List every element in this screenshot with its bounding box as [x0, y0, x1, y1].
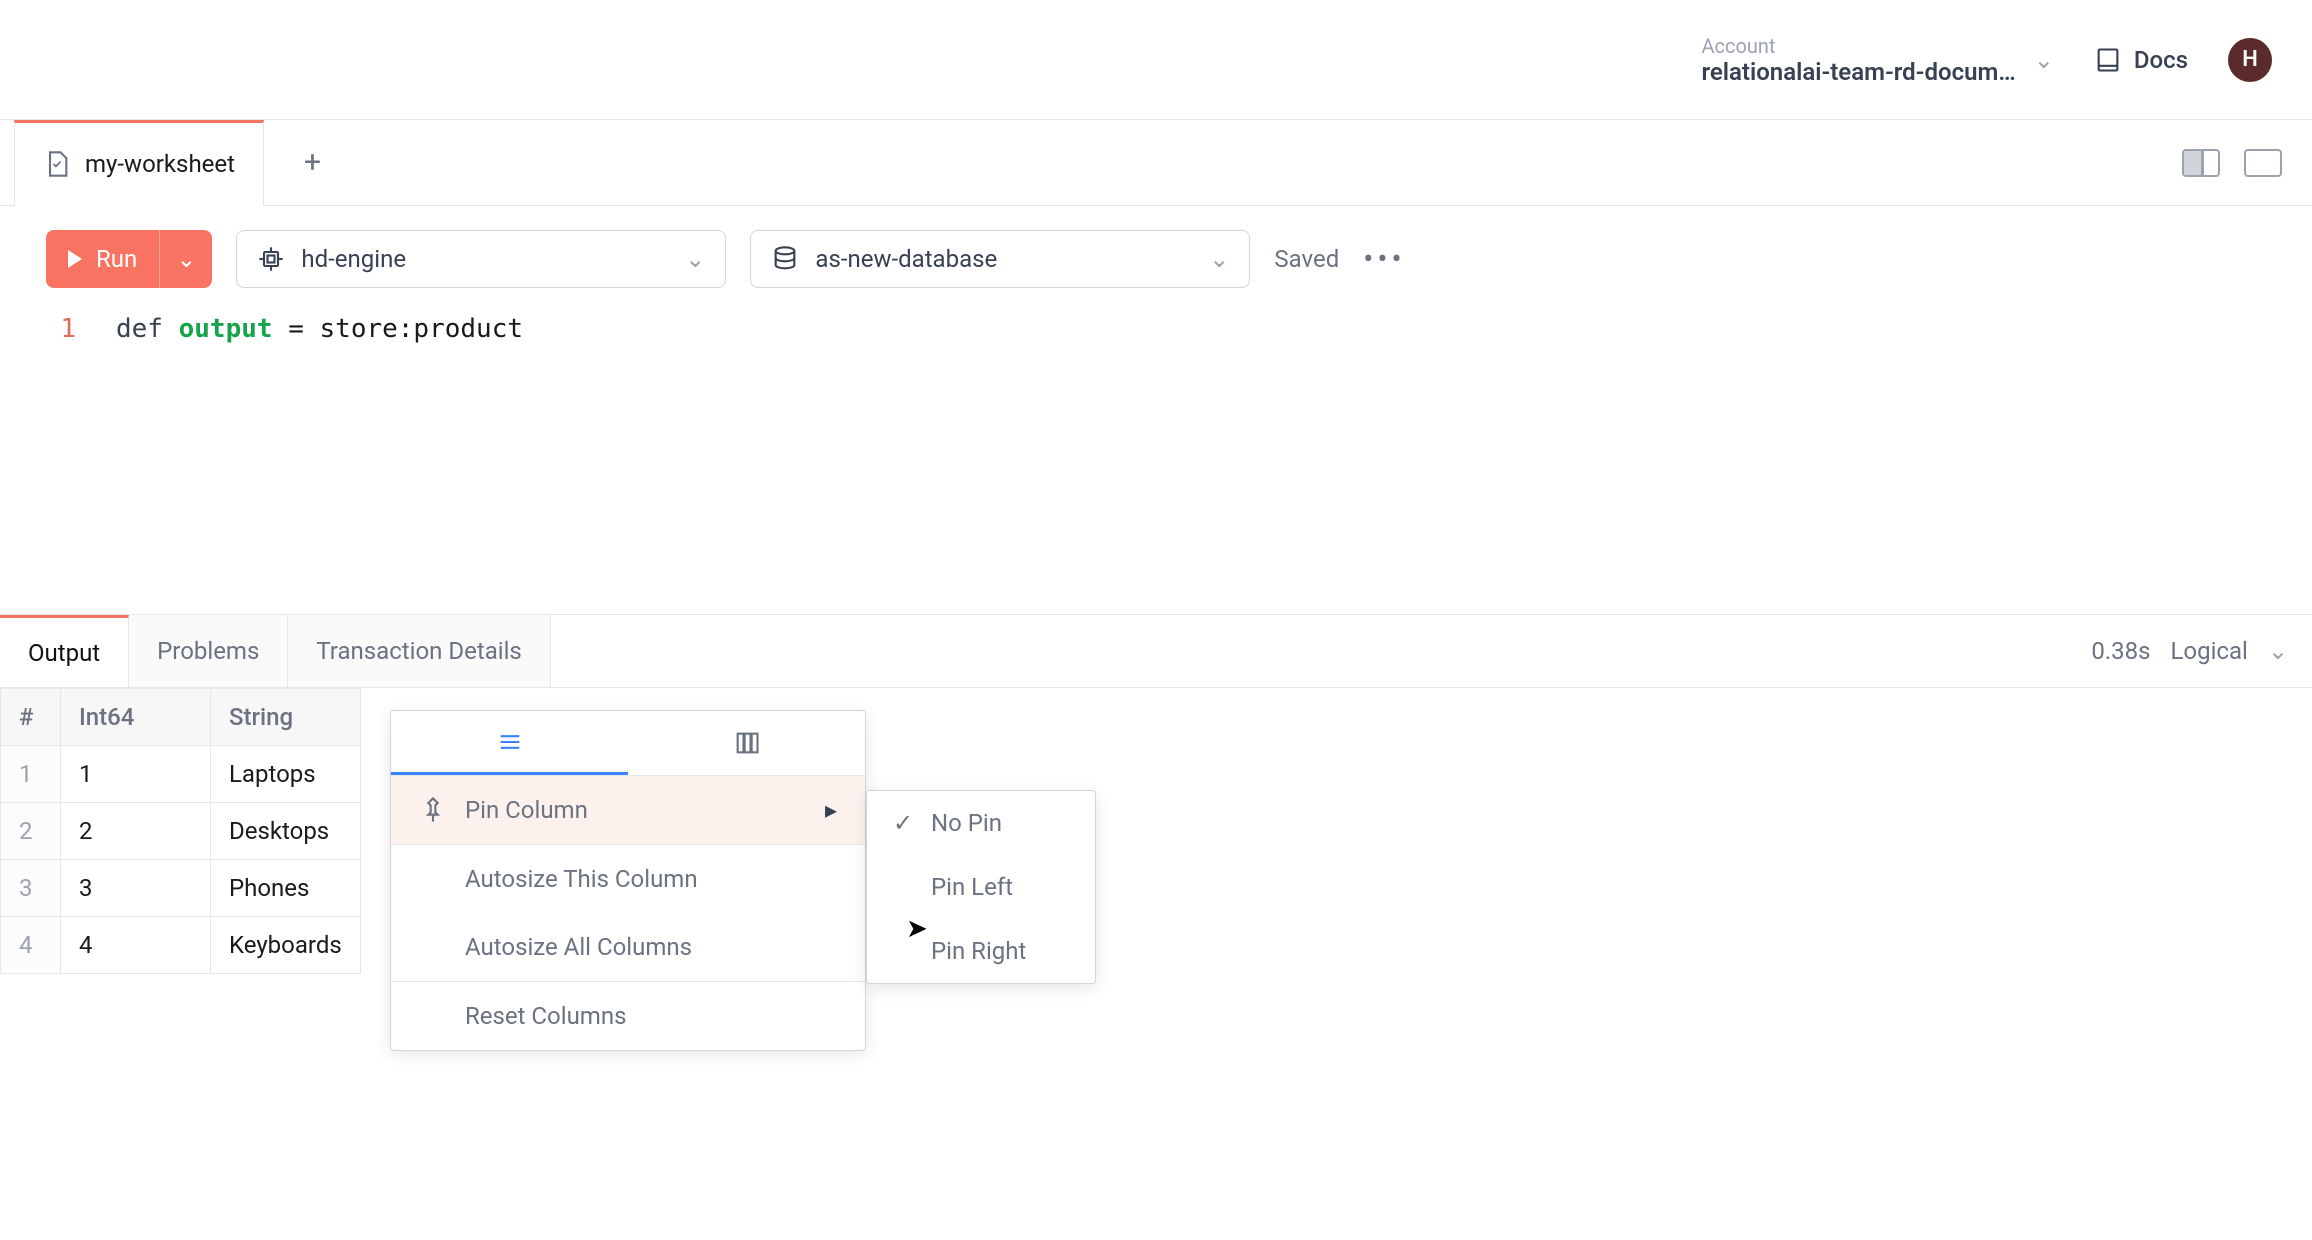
table-row[interactable]: 33Phones	[1, 860, 361, 917]
worksheet-icon	[43, 150, 71, 178]
toolbar: Run ⌄ hd-engine ⌄ as-new-database ⌄ Save…	[0, 206, 2312, 304]
results-grid: # Int64 String 11Laptops 22Desktops 33Ph…	[0, 688, 361, 974]
pin-submenu: ✓ No Pin Pin Left Pin Right	[866, 790, 1096, 984]
account-label: Account	[1701, 34, 2015, 58]
book-icon	[2094, 46, 2122, 74]
run-dropdown[interactable]: ⌄	[159, 230, 212, 288]
column-context-menu: Pin Column ▸ Autosize This Column Autosi…	[390, 710, 866, 1051]
pin-icon	[419, 796, 447, 824]
account-selector[interactable]: Account relationalai-team-rd-docum… ⌄	[1701, 34, 2053, 86]
tab-output[interactable]: Output	[0, 615, 129, 687]
code-editor[interactable]: 1 def output = store:product	[0, 304, 2312, 354]
submenu-no-pin-label: No Pin	[931, 809, 1002, 837]
run-label: Run	[96, 245, 137, 273]
saved-status: Saved	[1274, 245, 1339, 273]
docs-link[interactable]: Docs	[2094, 46, 2188, 74]
table-row[interactable]: 44Keyboards	[1, 917, 361, 974]
worksheet-tab[interactable]: my-worksheet	[14, 120, 264, 206]
submenu-no-pin[interactable]: ✓ No Pin	[867, 791, 1095, 855]
ctx-tab-menu[interactable]	[391, 711, 628, 775]
col-header-int64[interactable]: Int64	[61, 689, 211, 746]
chevron-right-icon: ▸	[825, 796, 837, 824]
table-row[interactable]: 11Laptops	[1, 746, 361, 803]
menu-pin-column-label: Pin Column	[465, 796, 588, 824]
more-menu[interactable]: •••	[1363, 242, 1405, 277]
submenu-pin-left[interactable]: Pin Left	[867, 855, 1095, 919]
line-number: 1	[46, 314, 76, 344]
hamburger-icon	[496, 728, 524, 756]
submenu-pin-right-label: Pin Right	[931, 937, 1026, 965]
submenu-pin-right[interactable]: Pin Right	[867, 919, 1095, 983]
file-tabs-strip: my-worksheet +	[0, 120, 2312, 206]
code-line: def output = store:product	[116, 314, 523, 344]
menu-pin-column[interactable]: Pin Column ▸	[391, 776, 865, 844]
worksheet-tab-label: my-worksheet	[85, 150, 235, 178]
submenu-pin-left-label: Pin Left	[931, 873, 1013, 901]
account-name: relationalai-team-rd-docum…	[1701, 58, 2015, 86]
avatar[interactable]: H	[2228, 38, 2272, 82]
layout-split-icon[interactable]	[2182, 149, 2220, 177]
chevron-down-icon: ⌄	[1209, 245, 1229, 273]
col-header-rownum[interactable]: #	[1, 689, 61, 746]
chevron-down-icon: ⌄	[685, 245, 705, 273]
columns-icon	[733, 729, 761, 757]
chevron-down-icon[interactable]: ⌄	[2268, 637, 2288, 665]
run-button[interactable]: Run ⌄	[46, 230, 212, 288]
cpu-icon	[257, 245, 285, 273]
top-bar: Account relationalai-team-rd-docum… ⌄ Do…	[0, 0, 2312, 120]
check-icon: ✓	[891, 809, 915, 837]
database-name: as-new-database	[815, 245, 997, 273]
database-icon	[771, 245, 799, 273]
new-tab-button[interactable]: +	[288, 137, 337, 188]
play-icon	[68, 250, 82, 268]
layout-full-icon[interactable]	[2244, 149, 2282, 177]
engine-name: hd-engine	[301, 245, 406, 273]
menu-autosize-all-label: Autosize All Columns	[465, 933, 692, 961]
docs-label: Docs	[2134, 46, 2188, 74]
tab-transaction-details[interactable]: Transaction Details	[288, 615, 550, 687]
menu-reset-columns[interactable]: Reset Columns	[391, 982, 865, 1050]
menu-autosize-this-label: Autosize This Column	[465, 865, 698, 893]
menu-autosize-this[interactable]: Autosize This Column	[391, 845, 865, 913]
query-timing: 0.38s	[2091, 637, 2150, 665]
view-mode[interactable]: Logical	[2171, 637, 2248, 665]
menu-autosize-all[interactable]: Autosize All Columns	[391, 913, 865, 981]
results-tabs: Output Problems Transaction Details 0.38…	[0, 614, 2312, 688]
chevron-down-icon: ⌄	[2034, 46, 2054, 74]
table-row[interactable]: 22Desktops	[1, 803, 361, 860]
tab-problems[interactable]: Problems	[129, 615, 288, 687]
ctx-tab-columns[interactable]	[628, 711, 865, 775]
col-header-string[interactable]: String	[211, 689, 361, 746]
engine-selector[interactable]: hd-engine ⌄	[236, 230, 726, 288]
database-selector[interactable]: as-new-database ⌄	[750, 230, 1250, 288]
menu-reset-columns-label: Reset Columns	[465, 1002, 627, 1030]
